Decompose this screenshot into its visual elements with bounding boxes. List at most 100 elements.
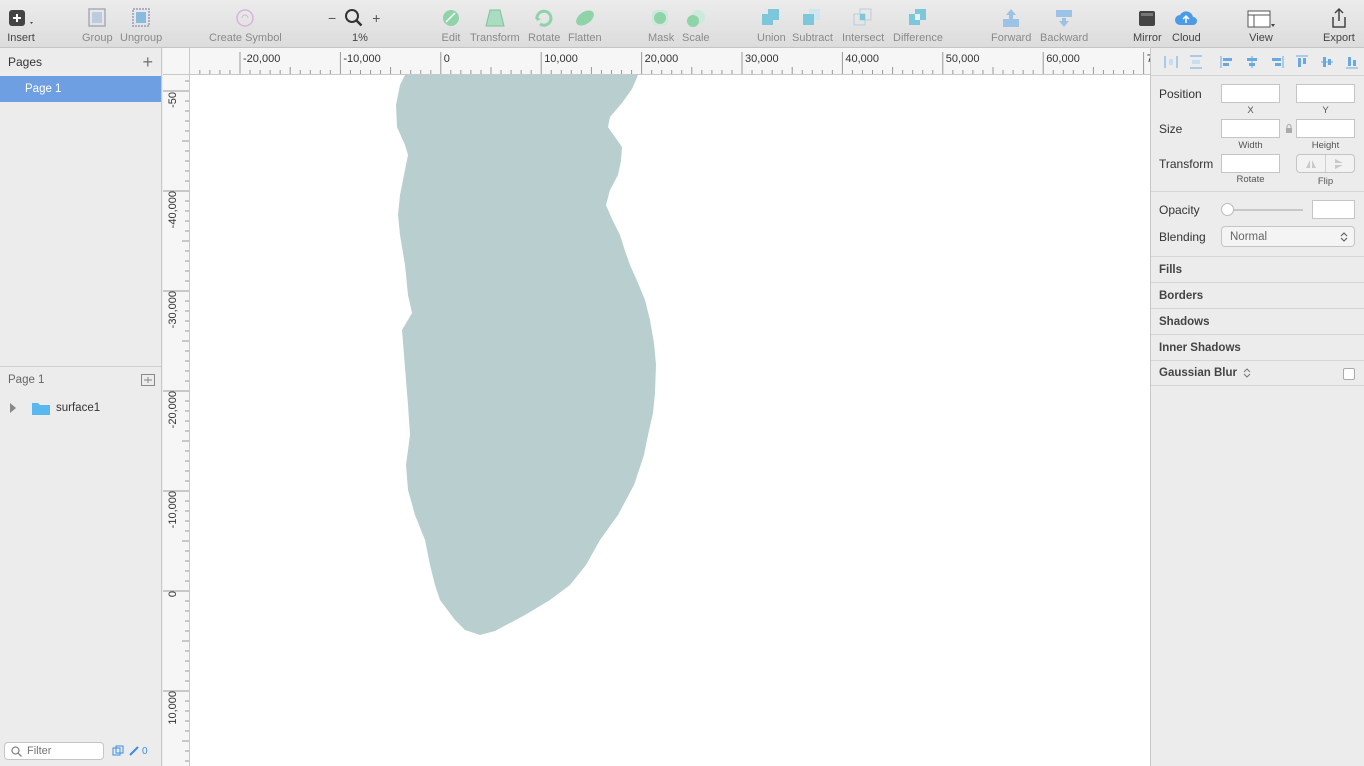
- gaussian-blur-section[interactable]: Gaussian Blur: [1151, 360, 1364, 386]
- subtract-button[interactable]: Subtract: [792, 6, 833, 44]
- forward-button[interactable]: Forward: [991, 6, 1031, 44]
- inner-shadows-section[interactable]: Inner Shadows: [1151, 334, 1364, 360]
- flip-vertical-button[interactable]: [1326, 155, 1354, 172]
- forward-label: Forward: [991, 32, 1032, 44]
- mask-button[interactable]: Mask: [648, 6, 674, 44]
- ungroup-icon: [132, 8, 150, 27]
- cloud-button[interactable]: Cloud: [1172, 6, 1201, 44]
- y-sublabel: Y: [1322, 105, 1329, 116]
- horizontal-ruler[interactable]: -20,000 -10,000 0 10,000 20,000 30,000 40,000 5…: [163, 48, 1150, 75]
- layers-page-title: Page 1: [8, 373, 45, 386]
- cloud-label: Cloud: [1172, 32, 1201, 44]
- search-icon: [11, 745, 22, 757]
- group-button[interactable]: Group: [82, 6, 113, 44]
- blending-select[interactable]: Normal: [1221, 226, 1355, 247]
- rotate-button[interactable]: Rotate: [528, 6, 560, 44]
- ruler-label: -30,000: [167, 291, 179, 328]
- gaussian-blur-checkbox[interactable]: [1343, 368, 1355, 380]
- align-bottom-icon: [1346, 56, 1359, 68]
- layer-list-item[interactable]: surface1: [0, 396, 161, 420]
- view-icon: [1247, 10, 1275, 28]
- zoom-level: 1%: [352, 32, 368, 44]
- opacity-field[interactable]: [1312, 200, 1355, 219]
- borders-title: Borders: [1159, 289, 1204, 302]
- island-shape[interactable]: [396, 75, 656, 635]
- export-button[interactable]: Export: [1323, 6, 1355, 44]
- union-label: Union: [757, 32, 786, 44]
- export-label: Export: [1323, 32, 1355, 44]
- flatten-icon: [575, 10, 594, 26]
- zoom-icon[interactable]: [344, 8, 364, 28]
- flip-horizontal-button[interactable]: [1297, 155, 1326, 172]
- filter-bar: 0: [0, 736, 161, 766]
- opacity-slider-knob[interactable]: [1221, 203, 1234, 216]
- mirror-label: Mirror: [1133, 32, 1162, 44]
- opacity-slider[interactable]: [1223, 209, 1303, 211]
- scale-label: Scale: [682, 32, 710, 44]
- width-sublabel: Width: [1238, 140, 1263, 151]
- divider: [1151, 191, 1364, 192]
- transform-button[interactable]: Transform: [470, 6, 520, 44]
- ruler-label: 0: [444, 53, 450, 65]
- edit-button[interactable]: Edit: [440, 6, 462, 44]
- view-button[interactable]: View: [1246, 6, 1276, 44]
- canvas[interactable]: [190, 75, 1150, 766]
- union-button[interactable]: Union: [757, 6, 786, 44]
- width-field[interactable]: [1221, 119, 1280, 138]
- align-bottom-button[interactable]: [1341, 52, 1364, 72]
- position-x-field[interactable]: [1221, 84, 1280, 103]
- add-page-button[interactable]: +: [142, 53, 153, 71]
- transform-label: Transform: [470, 32, 520, 44]
- mirror-button[interactable]: Mirror: [1133, 6, 1162, 44]
- symbols-filter-icon[interactable]: [112, 745, 124, 757]
- ruler-label: -40,000: [167, 191, 179, 228]
- ruler-corner: [163, 48, 190, 75]
- align-middle-button[interactable]: [1316, 52, 1339, 72]
- backward-button[interactable]: Backward: [1040, 6, 1088, 44]
- height-field[interactable]: [1296, 119, 1355, 138]
- align-center-button[interactable]: [1240, 52, 1263, 72]
- create-symbol-button[interactable]: Create Symbol: [209, 6, 282, 44]
- flatten-button[interactable]: Flatten: [568, 6, 602, 44]
- page-list-item[interactable]: Page 1: [0, 76, 161, 102]
- layer-name: surface1: [56, 402, 101, 414]
- disclosure-triangle-icon[interactable]: [8, 402, 18, 414]
- cloud-icon: [1175, 11, 1198, 25]
- filter-field[interactable]: [4, 742, 104, 760]
- position-y-field[interactable]: [1296, 84, 1355, 103]
- flip-sublabel: Flip: [1317, 176, 1334, 187]
- align-left-icon: [1220, 55, 1232, 68]
- fills-section[interactable]: Fills: [1151, 256, 1364, 282]
- distribute-horizontal-icon: [1164, 55, 1178, 68]
- distribute-horizontal-button[interactable]: [1159, 52, 1182, 72]
- borders-section[interactable]: Borders: [1151, 282, 1364, 308]
- chevron-updown-icon[interactable]: [1243, 367, 1251, 379]
- filter-input[interactable]: [27, 745, 97, 757]
- align-right-button[interactable]: [1266, 52, 1289, 72]
- ruler-label: 40,000: [845, 53, 879, 65]
- export-icon: [1332, 7, 1346, 28]
- collapse-layers-icon[interactable]: [141, 373, 155, 386]
- slices-filter-icon[interactable]: [128, 745, 140, 757]
- scale-button[interactable]: Scale: [682, 6, 710, 44]
- opacity-label: Opacity: [1159, 203, 1200, 217]
- shadows-section[interactable]: Shadows: [1151, 308, 1364, 334]
- align-top-icon: [1296, 55, 1309, 67]
- distribute-vertical-icon: [1189, 55, 1202, 68]
- lock-icon[interactable]: [1285, 124, 1293, 134]
- rotate-field[interactable]: [1221, 154, 1280, 173]
- align-right-icon: [1272, 55, 1284, 68]
- insert-label: Insert: [7, 32, 35, 44]
- zoom-in-button[interactable]: +: [372, 10, 380, 26]
- align-top-button[interactable]: [1291, 52, 1314, 72]
- zoom-out-button[interactable]: −: [328, 10, 336, 26]
- scale-icon: [686, 10, 705, 27]
- flatten-label: Flatten: [568, 32, 602, 44]
- intersect-button[interactable]: Intersect: [842, 6, 884, 44]
- distribute-vertical-button[interactable]: [1184, 52, 1207, 72]
- ungroup-button[interactable]: Ungroup: [120, 6, 162, 44]
- difference-button[interactable]: Difference: [893, 6, 943, 44]
- insert-button[interactable]: Insert: [6, 6, 36, 44]
- vertical-ruler[interactable]: -50 -40,000 -30,000 -20,000 -10,000 0 10,000: [163, 75, 190, 766]
- align-left-button[interactable]: [1215, 52, 1238, 72]
